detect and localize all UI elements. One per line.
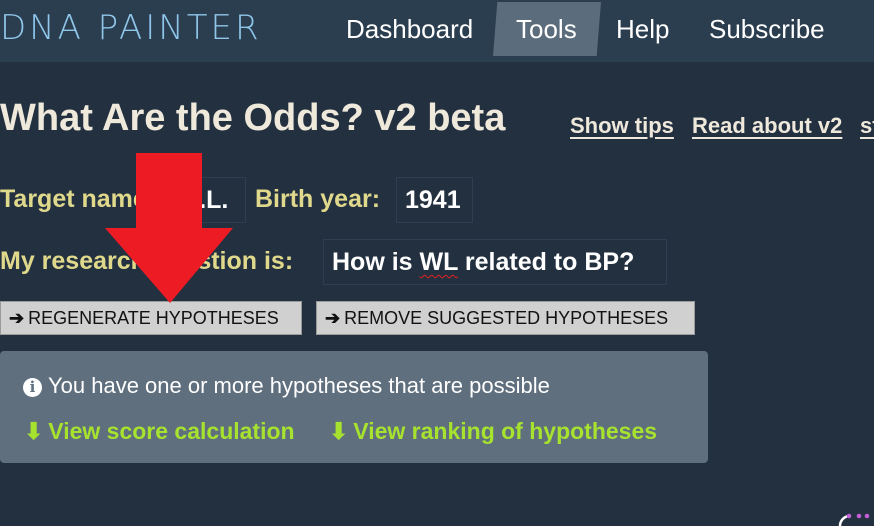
navbar: DNA PAINTER Dashboard Tools Help Subscri… xyxy=(0,0,874,62)
truncated-link[interactable]: st xyxy=(860,113,874,139)
nav-item-tools[interactable]: Tools xyxy=(516,0,577,58)
question-text-prefix: How is xyxy=(332,248,420,276)
read-about-v2-link[interactable]: Read about v2 xyxy=(692,113,842,139)
view-score-label: View score calculation xyxy=(48,418,295,444)
remove-label: REMOVE SUGGESTED HYPOTHESES xyxy=(344,308,669,328)
arrow-down-icon: ⬇ xyxy=(24,418,44,444)
remove-suggested-hypotheses-button[interactable]: ➔ REMOVE SUGGESTED HYPOTHESES xyxy=(316,301,695,335)
arrow-down-icon: ⬇ xyxy=(329,418,349,444)
status-panel: i You have one or more hypotheses that ar… xyxy=(0,351,708,463)
target-name-label: Target name: xyxy=(0,185,156,213)
nav-item-dashboard[interactable]: Dashboard xyxy=(346,0,473,58)
view-ranking-link[interactable]: ⬇ View ranking of hypotheses xyxy=(329,418,657,445)
page-title: What Are the Odds? v2 beta xyxy=(0,97,506,139)
arrow-right-icon: ➔ xyxy=(9,308,25,328)
birth-year-field[interactable]: 1941 xyxy=(396,177,473,223)
regenerate-hypotheses-button[interactable]: ➔ REGENERATE HYPOTHESES xyxy=(0,301,302,335)
view-ranking-label: View ranking of hypotheses xyxy=(353,418,658,444)
research-question-label: My research question is: xyxy=(0,247,294,275)
brand-logo[interactable]: DNA PAINTER xyxy=(0,8,262,48)
loading-spinner-icon xyxy=(838,513,870,526)
red-down-arrow-icon xyxy=(105,153,233,303)
view-score-calculation-link[interactable]: ⬇ View score calculation xyxy=(24,418,295,445)
status-message: i You have one or more hypotheses that ar… xyxy=(23,373,550,399)
status-text: You have one or more hypotheses that are… xyxy=(48,373,550,398)
regenerate-label: REGENERATE HYPOTHESES xyxy=(28,308,279,328)
question-text-suffix: related to BP? xyxy=(457,248,635,276)
nav-item-subscribe[interactable]: Subscribe xyxy=(709,0,825,58)
nav-item-help[interactable]: Help xyxy=(616,0,669,58)
info-icon: i xyxy=(23,378,42,397)
show-tips-link[interactable]: Show tips xyxy=(570,113,674,139)
research-question-field[interactable]: How is WL related to BP? xyxy=(323,239,667,285)
arrow-right-icon: ➔ xyxy=(325,308,341,328)
spellcheck-word: WL xyxy=(419,248,458,276)
target-name-field[interactable]: W.L. xyxy=(168,177,246,223)
birth-year-label: Birth year: xyxy=(255,185,381,213)
